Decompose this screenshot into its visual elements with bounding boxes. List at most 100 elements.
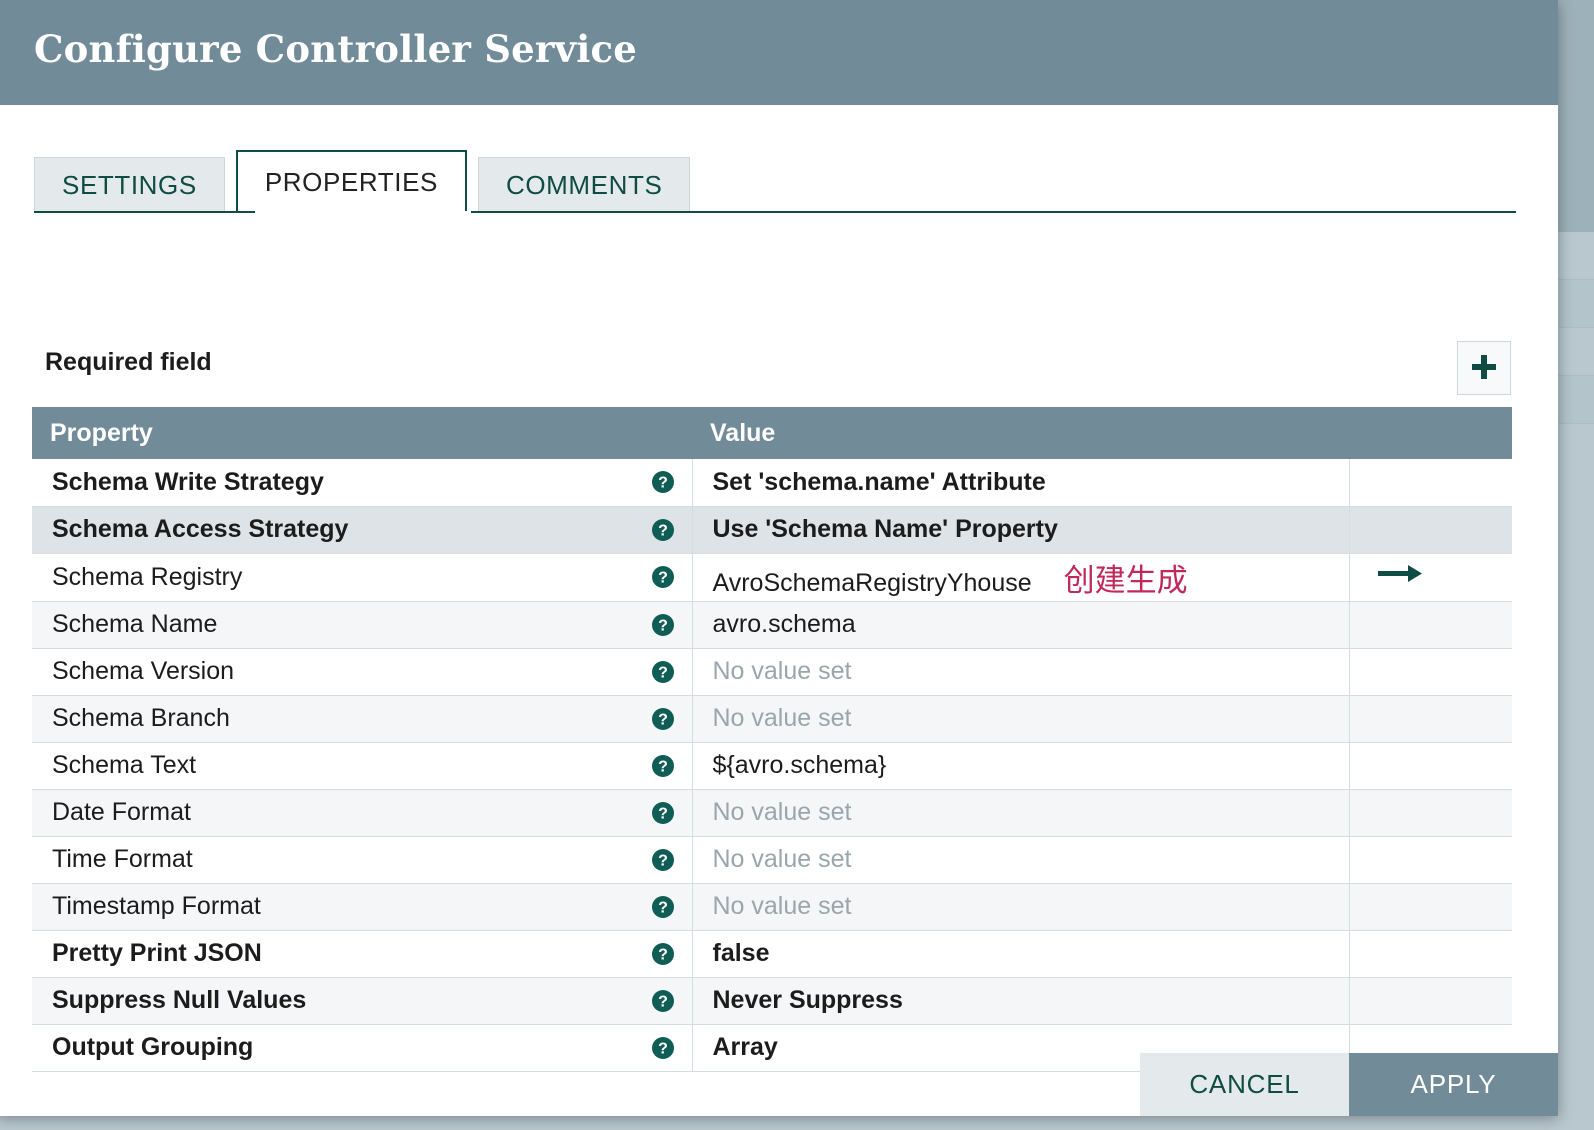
required-field-label: Required field	[45, 348, 212, 376]
dialog-title: Configure Controller Service	[34, 27, 637, 71]
annotation-note: 创建生成	[1063, 562, 1188, 599]
property-value: No value set	[712, 704, 852, 732]
property-value: false	[712, 939, 770, 967]
help-icon[interactable]: ?	[651, 942, 675, 966]
property-name-cell: Schema Version?	[32, 648, 693, 696]
help-icon[interactable]: ?	[651, 565, 675, 589]
property-value: No value set	[712, 657, 852, 685]
help-icon[interactable]: ?	[651, 848, 675, 872]
table-row[interactable]: Schema Write Strategy? Set 'schema.name' …	[32, 459, 1512, 507]
arrow-right-icon[interactable]	[1377, 563, 1424, 585]
property-value: No value set	[712, 892, 852, 920]
tab-active-gap	[255, 211, 471, 214]
property-name: Timestamp Format	[52, 892, 261, 920]
property-name: Suppress Null Values	[52, 986, 307, 1014]
property-name: Schema Name	[52, 610, 218, 638]
svg-text:?: ?	[658, 522, 668, 539]
property-action-cell	[1349, 648, 1512, 696]
property-name: Schema Version	[52, 657, 235, 685]
tab-settings-label: SETTINGS	[62, 170, 197, 200]
plus-icon	[1472, 355, 1496, 379]
table-row[interactable]: Time Format? No value set	[32, 836, 1512, 884]
property-value-cell[interactable]: ${avro.schema}	[692, 742, 1350, 790]
property-value-cell[interactable]: Never Suppress	[692, 977, 1350, 1025]
property-action-cell	[1349, 601, 1512, 649]
property-name-cell: Schema Write Strategy?	[32, 459, 693, 507]
property-name-cell: Schema Branch?	[32, 695, 693, 743]
property-name: Schema Write Strategy	[52, 467, 324, 496]
dialog-body: SETTINGS PROPERTIES COMMENTS Required fi…	[0, 105, 1558, 1116]
table-row[interactable]: Schema Name? avro.schema	[32, 601, 1512, 649]
table-row[interactable]: Schema Access Strategy? Use 'Schema Name'…	[32, 506, 1512, 554]
property-value: Use 'Schema Name' Property	[712, 515, 1058, 543]
property-value-cell[interactable]: Use 'Schema Name' Property	[692, 506, 1350, 554]
tab-comments[interactable]: COMMENTS	[477, 157, 691, 212]
property-action-cell	[1349, 789, 1512, 837]
svg-text:?: ?	[658, 475, 668, 492]
cancel-button[interactable]: CANCEL	[1140, 1053, 1349, 1116]
table-header-row: Property Value	[32, 407, 1512, 459]
property-action-cell	[1349, 695, 1512, 743]
property-name-cell: Schema Access Strategy?	[32, 506, 693, 554]
property-name-cell: Suppress Null Values?	[32, 977, 693, 1025]
property-value-cell[interactable]: AvroSchemaRegistryYhouse 创建生成	[692, 553, 1350, 602]
tab-settings[interactable]: SETTINGS	[34, 157, 225, 212]
property-name-cell: Schema Registry?	[32, 553, 693, 602]
property-action-cell	[1349, 930, 1512, 978]
svg-text:?: ?	[658, 899, 668, 916]
table-row[interactable]: Schema Branch? No value set	[32, 695, 1512, 743]
property-action-cell	[1349, 977, 1512, 1025]
property-value-cell[interactable]: No value set	[692, 695, 1350, 743]
property-value: No value set	[712, 798, 852, 826]
table-row[interactable]: Pretty Print JSON? false	[32, 930, 1512, 978]
property-value-cell[interactable]: avro.schema	[692, 601, 1350, 649]
apply-button[interactable]: APPLY	[1349, 1053, 1558, 1116]
property-value-cell[interactable]: Set 'schema.name' Attribute	[692, 459, 1350, 507]
help-icon[interactable]: ?	[651, 613, 675, 637]
table-row[interactable]: Schema Version? No value set	[32, 648, 1512, 696]
svg-text:?: ?	[658, 852, 668, 869]
property-value: AvroSchemaRegistryYhouse	[712, 568, 1032, 597]
property-value-cell[interactable]: false	[692, 930, 1350, 978]
property-name: Date Format	[52, 798, 191, 826]
property-name: Schema Text	[52, 751, 197, 779]
svg-text:?: ?	[658, 570, 668, 587]
help-icon[interactable]: ?	[651, 754, 675, 778]
help-icon[interactable]: ?	[651, 707, 675, 731]
property-name-cell: Date Format?	[32, 789, 693, 837]
add-property-button[interactable]	[1457, 341, 1511, 395]
tab-comments-label: COMMENTS	[505, 170, 663, 200]
table-row[interactable]: Date Format? No value set	[32, 789, 1512, 837]
property-action-cell	[1349, 742, 1512, 790]
dialog-titlebar: Configure Controller Service	[0, 0, 1558, 105]
svg-text:?: ?	[658, 805, 668, 822]
property-name-cell: Pretty Print JSON?	[32, 930, 693, 978]
dialog-footer: CANCEL APPLY	[0, 1053, 1558, 1116]
svg-text:?: ?	[658, 993, 668, 1010]
column-header-extra	[1349, 407, 1512, 459]
table-row[interactable]: Schema Text? ${avro.schema}	[32, 742, 1512, 790]
table-row[interactable]: Schema Registry? AvroSchemaRegistryYhouse…	[32, 553, 1512, 602]
property-value-cell[interactable]: No value set	[692, 789, 1350, 837]
help-icon[interactable]: ?	[651, 801, 675, 825]
property-name: Pretty Print JSON	[52, 939, 262, 967]
table-row[interactable]: Timestamp Format? No value set	[32, 883, 1512, 931]
properties-table: Property Value Schema Write Strategy? Set…	[32, 407, 1512, 1072]
property-action-cell[interactable]	[1349, 553, 1512, 602]
table-row[interactable]: Suppress Null Values? Never Suppress	[32, 977, 1512, 1025]
property-name: Schema Access Strategy	[52, 515, 349, 543]
help-icon[interactable]: ?	[651, 470, 675, 494]
property-name: Schema Branch	[52, 704, 230, 732]
property-value: Set 'schema.name' Attribute	[712, 467, 1046, 496]
help-icon[interactable]: ?	[651, 895, 675, 919]
property-value-cell[interactable]: No value set	[692, 648, 1350, 696]
column-header-property: Property	[32, 407, 692, 459]
property-value-cell[interactable]: No value set	[692, 883, 1350, 931]
property-value-cell[interactable]: No value set	[692, 836, 1350, 884]
help-icon[interactable]: ?	[651, 518, 675, 542]
property-action-cell	[1349, 506, 1512, 554]
help-icon[interactable]: ?	[651, 989, 675, 1013]
column-header-value: Value	[692, 407, 1349, 459]
help-icon[interactable]: ?	[651, 660, 675, 684]
tab-properties[interactable]: PROPERTIES	[235, 150, 467, 212]
